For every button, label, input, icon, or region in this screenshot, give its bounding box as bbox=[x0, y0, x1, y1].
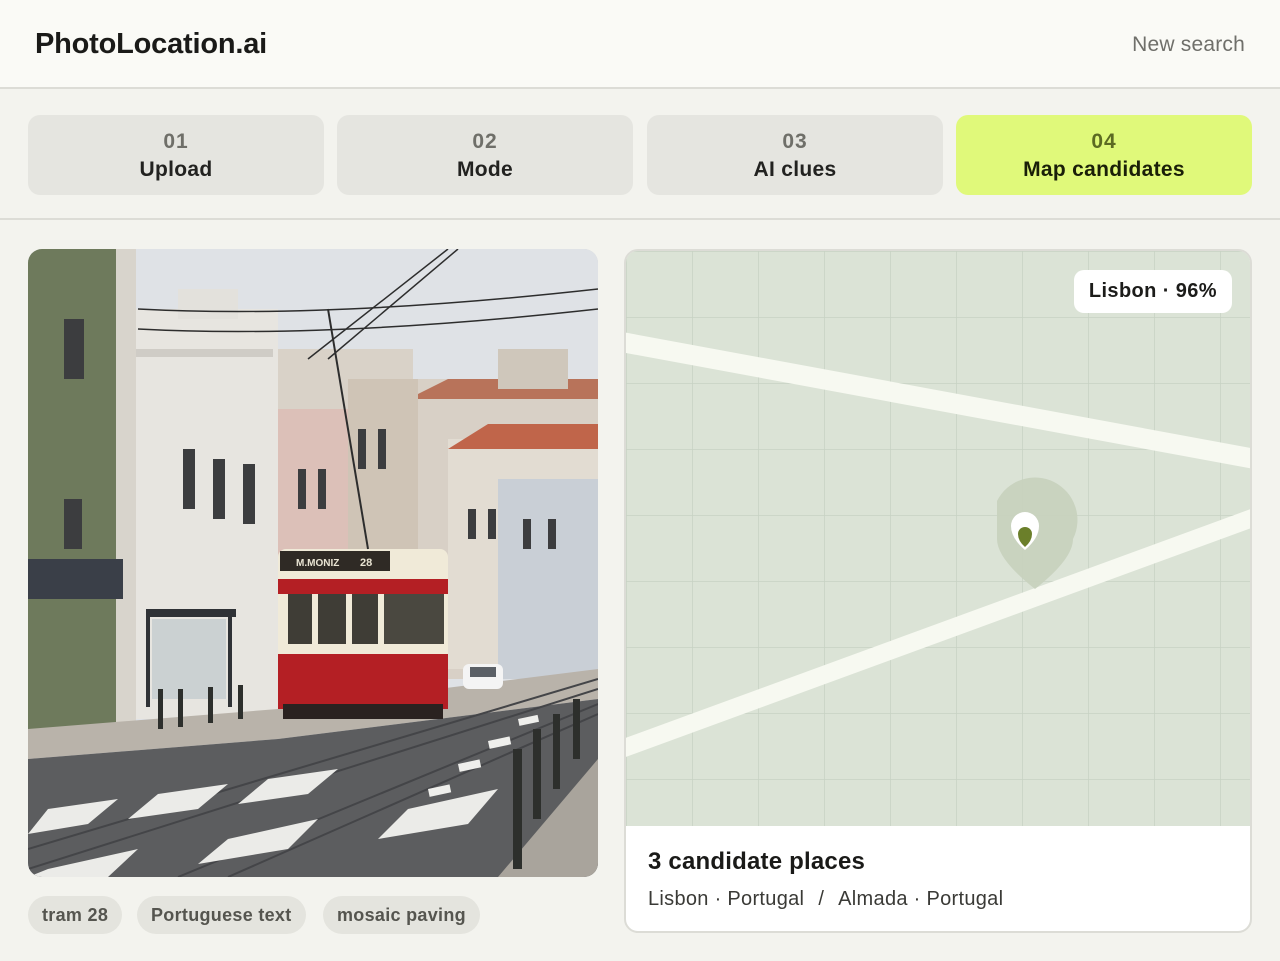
step-upload[interactable]: 01 Upload bbox=[28, 115, 324, 195]
candidate-place[interactable]: Almada · Portugal bbox=[838, 888, 1003, 910]
clue-chip[interactable]: Portuguese text bbox=[137, 896, 306, 934]
tram-destination-sign: M.MONIZ bbox=[296, 558, 339, 569]
step-label: Upload bbox=[139, 158, 213, 181]
uploaded-photo: M.MONIZ 28 bbox=[28, 249, 598, 877]
candidates-panel: 3 candidate places Lisbon · Portugal / Alm… bbox=[626, 826, 1250, 931]
map-card: Lisbon · 96% 3 candidate places Lisbon ·… bbox=[624, 249, 1252, 933]
step-label: Mode bbox=[456, 158, 514, 181]
clue-chip[interactable]: tram 28 bbox=[28, 896, 123, 934]
tram-number: 28 bbox=[360, 557, 372, 569]
candidate-map[interactable]: Lisbon · 96% bbox=[626, 251, 1250, 826]
step-number: 03 bbox=[782, 130, 808, 153]
step-ai-clues[interactable]: 03 AI clues bbox=[647, 115, 943, 195]
candidates-list: Lisbon · Portugal / Almada · Portugal bbox=[648, 888, 1003, 911]
clue-chip[interactable]: mosaic paving bbox=[323, 896, 480, 934]
app-logo[interactable]: PhotoLocation.ai bbox=[35, 28, 267, 61]
new-search-link[interactable]: New search bbox=[1132, 33, 1245, 57]
map-canvas bbox=[626, 251, 1250, 826]
candidate-place[interactable]: Lisbon · Portugal bbox=[648, 888, 804, 910]
step-mode[interactable]: 02 Mode bbox=[337, 115, 633, 195]
step-label: AI clues bbox=[753, 158, 837, 181]
candidates-title: 3 candidate places bbox=[648, 848, 866, 875]
top-match-badge: Lisbon · 96% bbox=[1073, 270, 1232, 313]
step-label: Map candidates bbox=[1023, 158, 1185, 181]
step-number: 01 bbox=[163, 130, 189, 153]
step-number: 02 bbox=[472, 130, 498, 153]
step-number: 04 bbox=[1091, 130, 1117, 153]
step-map-candidates[interactable]: 04 Map candidates bbox=[956, 115, 1252, 195]
step-progress: 01 Upload 02 Mode 03 AI clues 04 Map can… bbox=[0, 89, 1280, 220]
app-header: PhotoLocation.ai New search bbox=[0, 0, 1280, 89]
candidate-separator: / bbox=[818, 888, 825, 910]
street-scene-illustration: M.MONIZ 28 bbox=[28, 249, 598, 877]
